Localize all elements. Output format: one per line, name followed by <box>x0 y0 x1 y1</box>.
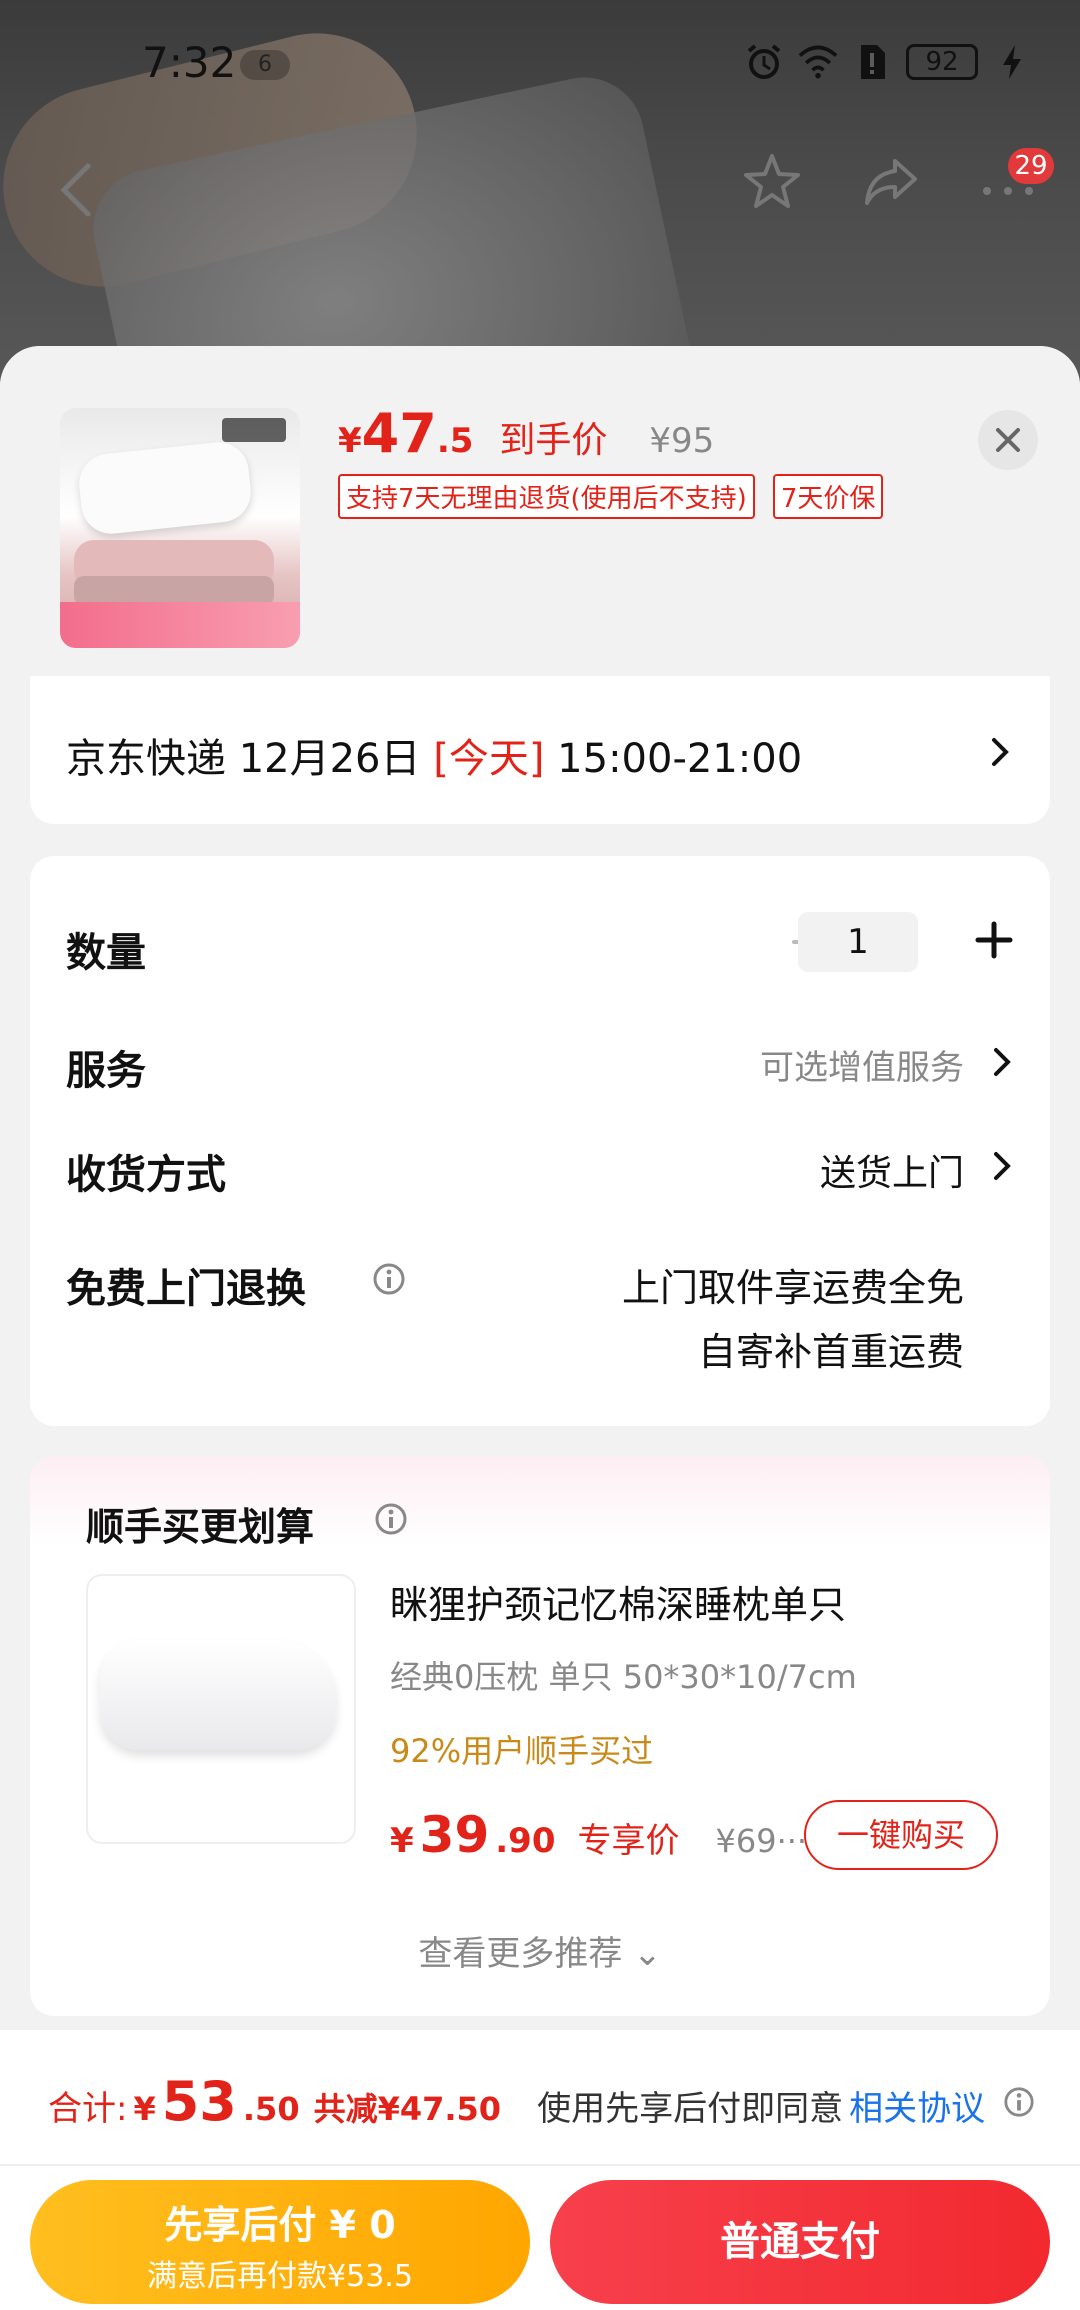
price-currency: ¥ <box>338 421 362 461</box>
reco-original-price: ¥69··· <box>715 1822 808 1860</box>
thumb-promo-banner <box>60 602 300 648</box>
share-icon[interactable] <box>858 150 922 214</box>
back-button[interactable] <box>56 160 96 220</box>
recommend-item-image[interactable] <box>86 1574 356 1844</box>
free-return-label: 免费上门退换 <box>66 1266 306 1312</box>
recommend-item-spec: 经典0压枕 单只 50*30*10/7cm <box>390 1658 857 1696</box>
delivery-info: 京东快递 12月26日 [今天] 15:00-21:00 <box>66 726 802 784</box>
reco-price-decimal: .90 <box>495 1821 556 1861</box>
receive-method-row[interactable]: 收货方式 送货上门 <box>66 1132 1014 1202</box>
quantity-input[interactable]: 1 <box>798 912 918 972</box>
status-icons: 92 <box>744 42 1032 82</box>
pay-later-button[interactable]: 先享后付 ¥ 0 满意后再付款¥53.5 <box>30 2180 530 2304</box>
product-price: ¥47.5 到手价 ¥95 <box>338 402 714 465</box>
pay-later-title: 先享后付 ¥ 0 <box>164 2203 396 2247</box>
agreement-link[interactable]: 相关协议 <box>849 2081 985 2130</box>
footer-divider <box>0 2164 1080 2166</box>
checkout-footer: 合计: ¥53.50 共减¥47.50 使用先享后付即同意 相关协议 先享后付 ¥… <box>0 2030 1080 2310</box>
product-thumbnail[interactable] <box>60 408 300 648</box>
service-label: 服务 <box>66 1048 146 1094</box>
info-icon[interactable] <box>374 1502 408 1536</box>
recommend-item-price: ¥39.90 专享价 ¥69··· <box>390 1806 807 1864</box>
original-price: ¥95 <box>649 421 715 461</box>
total-integer: 53 <box>161 2070 237 2133</box>
info-icon[interactable] <box>1003 2086 1035 2118</box>
options-card: 数量 1 服务 可选增值服务 收货方式 送货上门 免费上门退换 上门取件享运费全… <box>30 856 1050 1426</box>
pay-later-subtitle: 满意后再付款¥53.5 <box>147 2259 413 2294</box>
recommend-item-stat: 92%用户顺手买过 <box>390 1732 654 1770</box>
receive-method-value: 送货上门 <box>819 1153 964 1194</box>
price-label: 到手价 <box>499 420 608 461</box>
total-decimal: .50 <box>242 2090 300 2128</box>
plus-icon[interactable] <box>974 920 1014 960</box>
reco-price-label: 专享价 <box>577 1821 680 1861</box>
product-tags: 支持7天无理由退货(使用后不支持) 7天价保 <box>338 474 884 519</box>
brand-logo <box>222 418 286 442</box>
one-click-buy-button[interactable]: 一键购买 <box>804 1800 998 1870</box>
memory-pillow-image <box>100 1640 336 1750</box>
total-summary: 合计: ¥53.50 共减¥47.50 使用先享后付即同意 相关协议 <box>48 2070 1035 2133</box>
close-icon <box>996 428 1020 452</box>
alarm-icon <box>744 42 784 82</box>
delivery-time-range: 15:00-21:00 <box>544 736 803 782</box>
cart-count-badge: 29 <box>1008 148 1054 184</box>
price-decimal: .5 <box>436 421 474 461</box>
recommend-item-name[interactable]: 眯狸护颈记忆棉深睡枕单只 <box>390 1574 846 1629</box>
receive-method-label: 收货方式 <box>66 1152 226 1198</box>
chevron-right-icon <box>994 1048 1011 1076</box>
return-policy-tag: 支持7天无理由退货(使用后不支持) <box>338 474 755 519</box>
service-value: 可选增值服务 <box>760 1048 964 1088</box>
reco-price-currency: ¥ <box>390 1821 414 1861</box>
info-icon[interactable] <box>372 1262 406 1296</box>
delivery-card[interactable]: 京东快递 12月26日 [今天] 15:00-21:00 <box>30 676 1050 824</box>
price-integer: 47 <box>361 402 437 465</box>
status-bar: 7:32 6 92 <box>0 0 1080 130</box>
normal-pay-button[interactable]: 普通支付 <box>550 2180 1050 2304</box>
recommend-title: 顺手买更划算 <box>86 1505 315 1549</box>
top-nav-actions <box>740 150 1040 214</box>
delivery-prefix: 京东快递 12月26日 <box>66 736 434 782</box>
quantity-label: 数量 <box>66 930 146 976</box>
sim-alert-icon <box>852 42 892 82</box>
free-return-line2: 自寄补首重运费 <box>697 1330 964 1374</box>
total-currency: ¥ <box>133 2090 156 2128</box>
favorite-star-icon[interactable] <box>740 150 804 214</box>
chevron-right-icon <box>992 738 1009 766</box>
battery-indicator: 92 <box>906 44 978 80</box>
free-return-details: 上门取件享运费全免 自寄补首重运费 <box>622 1256 964 1384</box>
status-time: 7:32 <box>142 38 237 87</box>
free-return-row: 免费上门退换 上门取件享运费全免 自寄补首重运费 <box>66 1246 1014 1396</box>
more-recommendations-link[interactable]: 查看更多推荐 ⌄ <box>30 1926 1050 1975</box>
delivery-today: [今天] <box>433 736 545 782</box>
chevron-right-icon <box>994 1152 1011 1180</box>
quantity-row: 数量 1 <box>66 910 1014 980</box>
total-label: 合计: <box>48 2089 128 2129</box>
thumb-pillow-white <box>76 439 254 537</box>
notification-count-badge: 6 <box>240 50 290 80</box>
price-protect-tag: 7天价保 <box>772 474 884 519</box>
total-reduction: 共减¥47.50 <box>313 2090 502 2128</box>
reco-price-integer: 39 <box>419 1806 490 1864</box>
close-button[interactable] <box>978 410 1038 470</box>
recommend-card: 顺手买更划算 眯狸护颈记忆棉深睡枕单只 经典0压枕 单只 50*30*10/7c… <box>30 1456 1050 2016</box>
free-return-line1: 上门取件享运费全免 <box>621 1266 964 1310</box>
wifi-icon <box>798 42 838 82</box>
agreement-text: 使用先享后付即同意 <box>537 2089 844 2129</box>
service-row[interactable]: 服务 可选增值服务 <box>66 1028 1014 1098</box>
charging-icon <box>992 42 1032 82</box>
